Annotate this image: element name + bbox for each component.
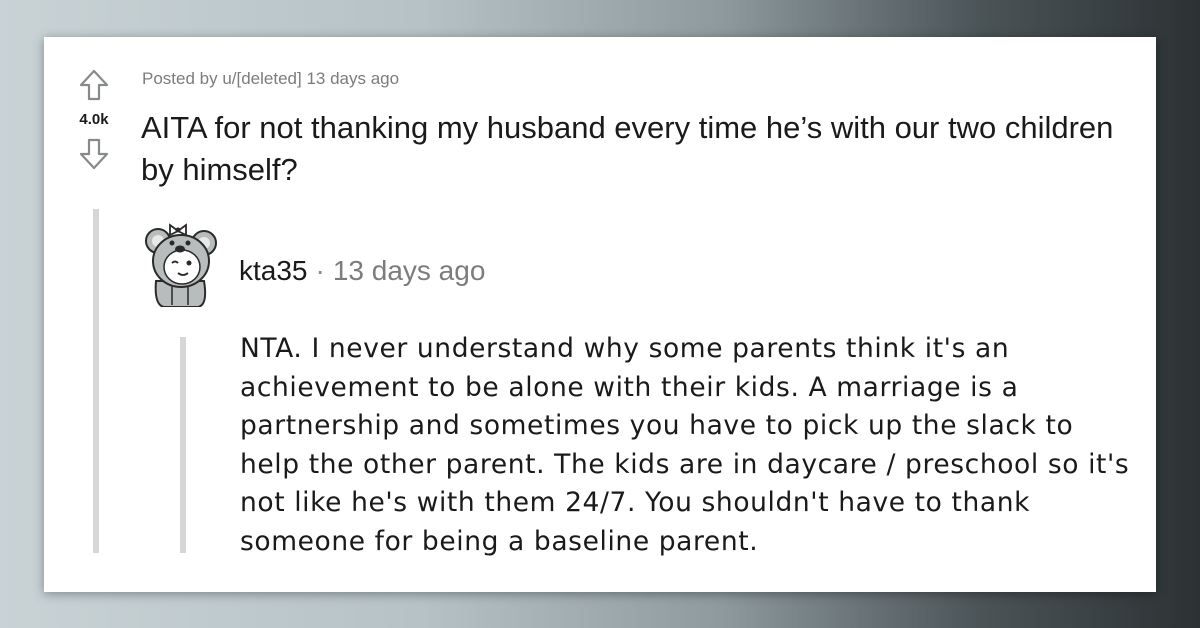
comment-time[interactable]: 13 days ago xyxy=(333,255,486,286)
vote-column: 4.0k xyxy=(64,67,124,172)
comment-header: kta35 · 13 days ago xyxy=(239,255,485,287)
post-meta: Posted by u/[deleted] 13 days ago xyxy=(142,69,400,88)
downvote-icon[interactable] xyxy=(76,136,112,172)
comment-body: NTA. I never understand why some parents… xyxy=(240,333,1130,557)
vote-count: 4.0k xyxy=(79,111,109,128)
upvote-icon[interactable] xyxy=(76,67,112,103)
post-title[interactable]: AITA for not thanking my husband every t… xyxy=(141,107,1141,191)
comment-thread-line[interactable] xyxy=(180,337,186,553)
post-card: 4.0k Posted by u/[deleted] 13 days ago A… xyxy=(44,37,1156,592)
koala-avatar-icon[interactable] xyxy=(142,219,218,308)
thread-line[interactable] xyxy=(93,209,99,553)
comment-author[interactable]: kta35 xyxy=(239,255,308,286)
separator-dot: · xyxy=(315,255,325,286)
